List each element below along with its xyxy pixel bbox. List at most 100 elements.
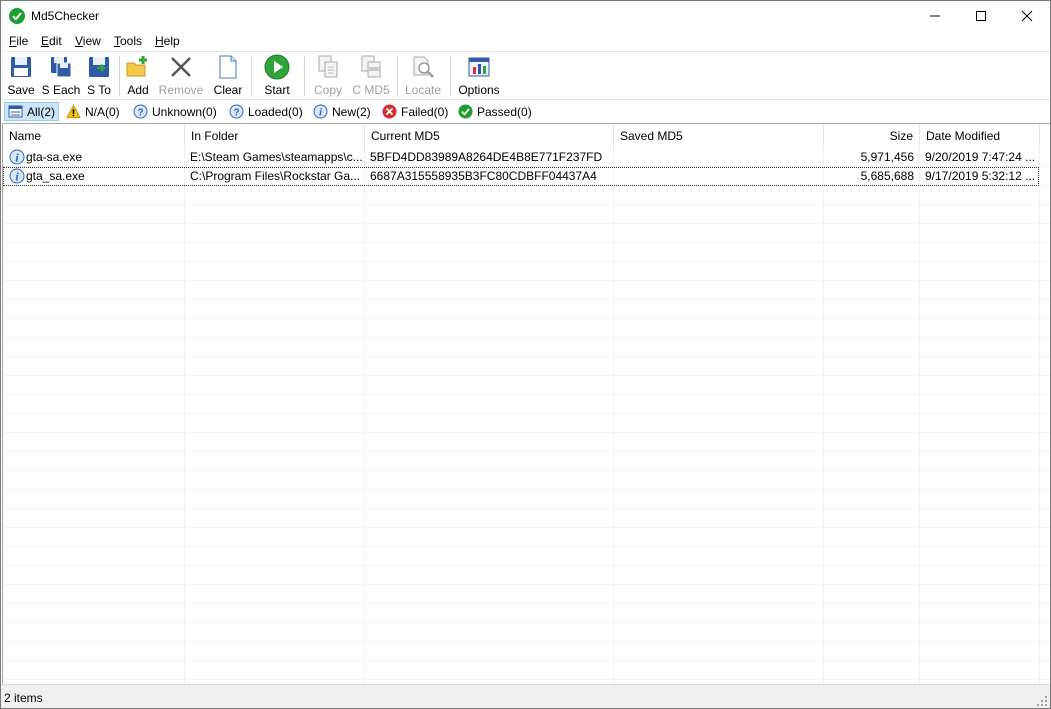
maximize-button[interactable] [958, 1, 1004, 31]
filter-passed[interactable]: Passed(0) [455, 102, 535, 121]
filter-loaded-label: Loaded(0) [248, 104, 303, 119]
cell-folder: C:\Program Files\Rockstar Ga... [190, 169, 361, 183]
floppy-save-to-icon [86, 54, 112, 80]
grid-line [3, 223, 1050, 224]
save-to-label: S To [87, 83, 111, 97]
copy-label: Copy [313, 83, 342, 97]
menu-bar: File Edit View Tools Help [1, 31, 1050, 51]
close-icon [1021, 10, 1033, 22]
grid-line [3, 394, 1050, 395]
filter-na-label: N/A(0) [85, 104, 120, 119]
grid-line [3, 565, 1050, 566]
toolbar-separator [450, 56, 451, 96]
info-icon: i [313, 104, 328, 119]
options-label: Options [458, 83, 500, 97]
status-item-count: 2 items [4, 691, 43, 705]
filter-loaded[interactable]: ? Loaded(0) [226, 102, 306, 121]
grid-line [3, 603, 1050, 604]
list-grid-icon [8, 104, 23, 119]
column-header-name[interactable]: Name [3, 124, 185, 148]
toolbar-separator [251, 56, 252, 96]
window-title: Md5Checker [31, 9, 100, 23]
locate-button[interactable]: Locate [403, 54, 443, 98]
resize-grip-icon[interactable] [1036, 695, 1048, 707]
floppy-save-each-icon [48, 54, 74, 80]
menu-view[interactable]: View [75, 34, 101, 48]
save-to-button[interactable]: S To [85, 54, 113, 98]
copy-button[interactable]: Copy [312, 54, 344, 98]
remove-button[interactable]: Remove [158, 54, 204, 98]
grid-line [3, 280, 1050, 281]
menu-file-rest: ile [16, 34, 29, 48]
cell-saved-md5 [619, 148, 819, 167]
grid-line [3, 318, 1050, 319]
status-bar: 2 items [1, 684, 1050, 708]
menu-help[interactable]: Help [155, 34, 180, 48]
clear-button[interactable]: Clear [212, 54, 244, 98]
svg-text:?: ? [137, 108, 143, 119]
menu-tools[interactable]: Tools [114, 34, 142, 48]
start-button[interactable]: Start [261, 54, 293, 98]
column-header-size[interactable]: Size [824, 124, 920, 148]
cell-size: 5,971,456 [860, 150, 914, 164]
list-header: Name In Folder Current MD5 Saved MD5 Siz… [3, 124, 1050, 148]
app-check-icon [9, 8, 25, 24]
grid-line [3, 489, 1050, 490]
menu-edit[interactable]: Edit [41, 34, 62, 48]
grid-line [3, 508, 1050, 509]
title-bar: Md5Checker [1, 1, 1050, 31]
column-header-date-modified[interactable]: Date Modified [920, 124, 1040, 148]
options-chart-icon [466, 54, 492, 80]
save-each-label: S Each [41, 83, 81, 97]
menu-help-accel: H [155, 34, 164, 48]
close-button[interactable] [1004, 1, 1050, 31]
save-button[interactable]: Save [5, 54, 37, 98]
list-body: i gta-sa.exe E:\Steam Games\steamapps\c.… [3, 148, 1050, 684]
cell-name: gta-sa.exe [26, 150, 83, 164]
add-label: Add [127, 83, 149, 97]
save-each-button[interactable]: S Each [41, 54, 81, 98]
grid-line [3, 527, 1050, 528]
grid-line [3, 546, 1050, 547]
cell-current-md5: 6687A315558935B3FC80CDBFF04437A4 [370, 169, 597, 183]
file-list[interactable]: Name In Folder Current MD5 Saved MD5 Siz… [2, 123, 1050, 684]
svg-text:?: ? [233, 108, 239, 119]
save-label: Save [7, 83, 35, 97]
filter-new[interactable]: i New(2) [310, 102, 374, 121]
menu-edit-rest: dit [49, 34, 62, 48]
start-label: Start [264, 83, 290, 97]
options-button[interactable]: Options [457, 54, 501, 98]
menu-file[interactable]: File [9, 34, 28, 48]
toolbar-separator [119, 56, 120, 96]
filter-failed[interactable]: Failed(0) [379, 102, 451, 121]
cell-date-modified: 9/17/2019 5:32:12 ... [925, 169, 1036, 183]
filter-na[interactable]: N/A(0) [63, 102, 123, 121]
filter-unknown[interactable]: ? Unknown(0) [130, 102, 220, 121]
column-header-saved-md5[interactable]: Saved MD5 [614, 124, 824, 148]
filter-all[interactable]: All(2) [4, 102, 60, 121]
copy-md5-label: C MD5 [352, 83, 390, 97]
app-window: Md5Checker File Edit View Tools Help Sav… [0, 0, 1051, 709]
menu-view-accel: V [75, 34, 83, 48]
grid-line [3, 584, 1050, 585]
filter-bar: All(2) N/A(0) ? Unknown(0) ? Loaded(0) i… [1, 99, 1050, 123]
cell-date-modified: 9/20/2019 7:47:24 ... [925, 150, 1036, 164]
table-row[interactable]: i gta-sa.exe E:\Steam Games\steamapps\c.… [3, 148, 1039, 167]
minimize-icon [930, 15, 940, 17]
play-icon [264, 54, 290, 80]
minimize-button[interactable] [912, 1, 958, 31]
table-row[interactable]: i gta_sa.exe C:\Program Files\Rockstar G… [3, 167, 1039, 186]
copy-md5-button[interactable]: C MD5 [351, 54, 391, 98]
toolbar: Save S Each S To Add Remove Clear Start … [1, 51, 1050, 100]
add-button[interactable]: Add [124, 54, 152, 98]
grid-line [3, 641, 1050, 642]
grid-line [3, 204, 1050, 205]
column-header-folder[interactable]: In Folder [185, 124, 365, 148]
grid-line [3, 622, 1050, 623]
menu-edit-accel: E [41, 34, 50, 48]
clear-page-icon [215, 54, 241, 80]
column-header-current-md5[interactable]: Current MD5 [365, 124, 614, 148]
filter-failed-label: Failed(0) [401, 104, 449, 119]
question-icon: ? [133, 104, 148, 119]
grid-line [3, 679, 1050, 680]
